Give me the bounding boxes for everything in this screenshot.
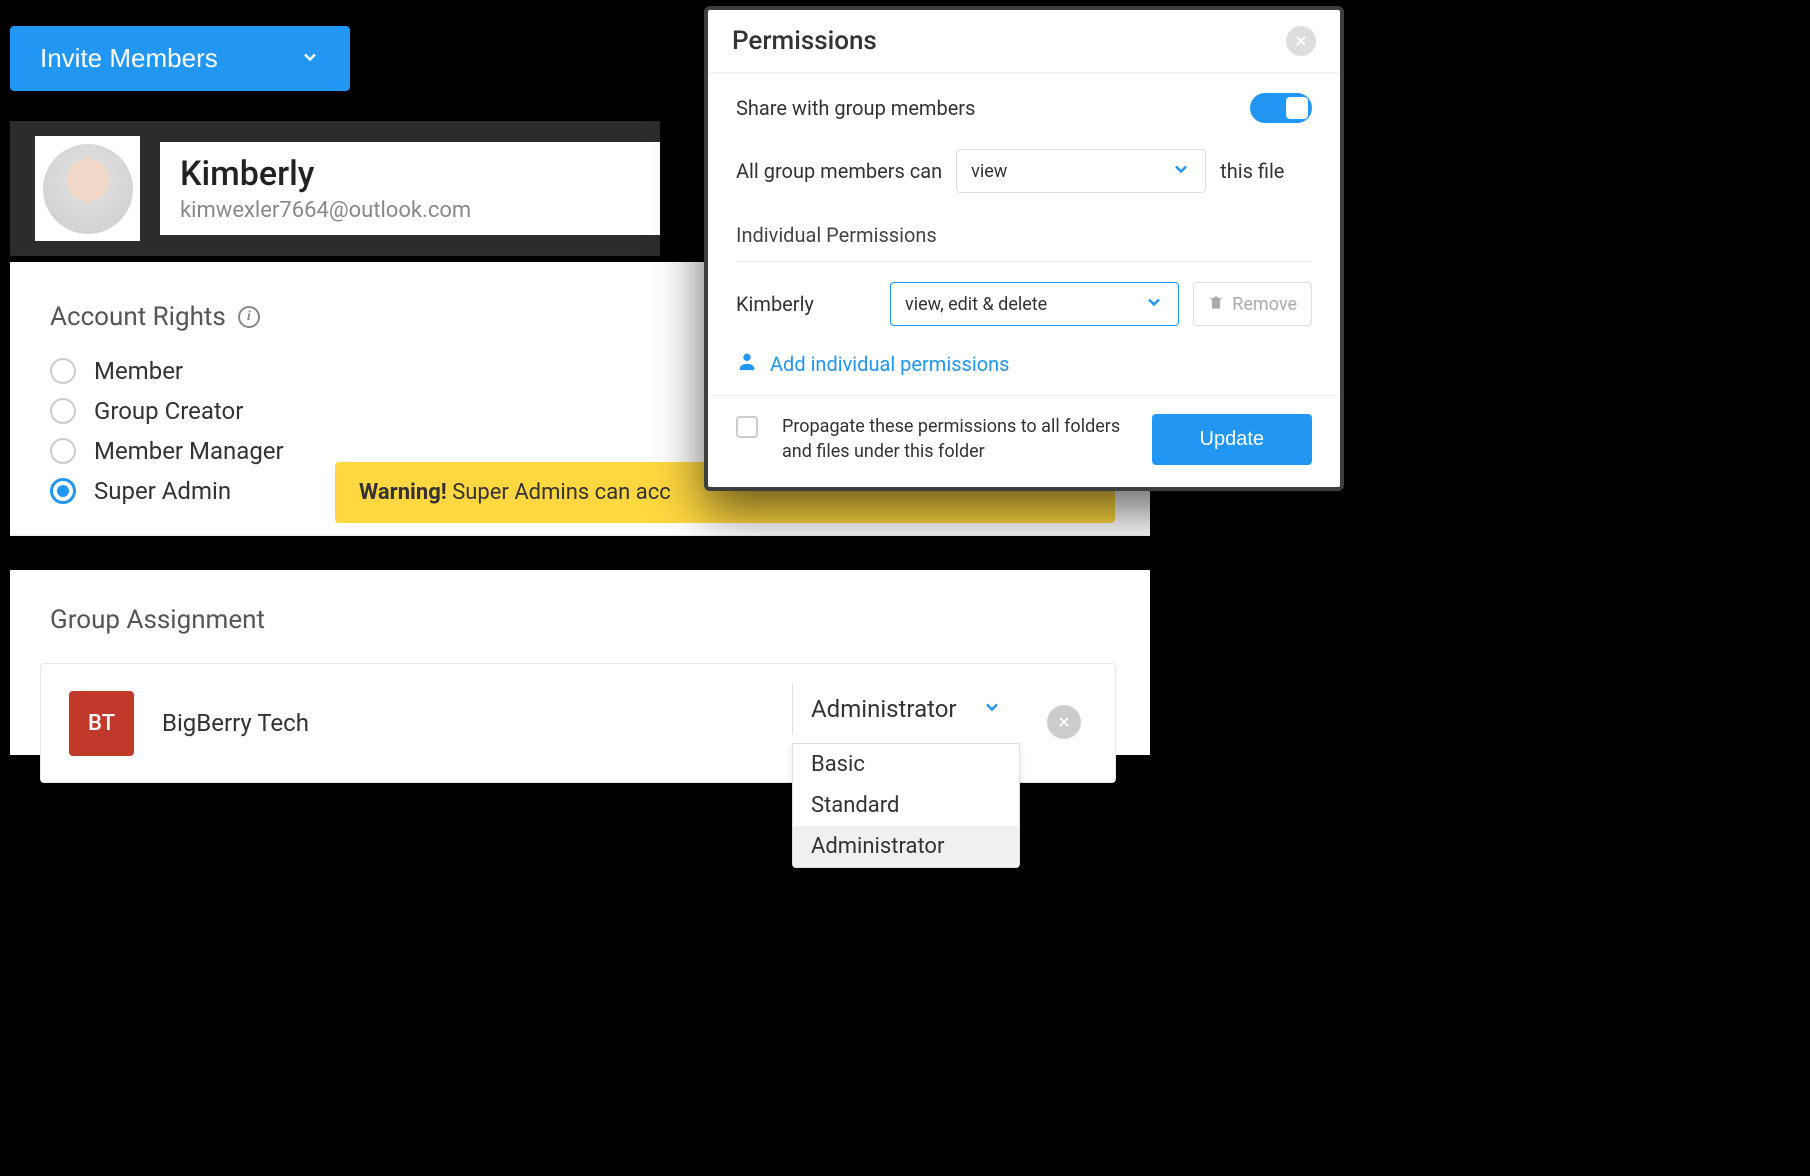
radio-icon	[50, 358, 76, 384]
radio-icon	[50, 438, 76, 464]
propagate-checkbox[interactable]	[736, 416, 758, 438]
role-option-basic[interactable]: Basic	[793, 744, 1019, 785]
modal-title: Permissions	[732, 26, 877, 56]
avatar-wrapper	[35, 136, 140, 241]
role-option-standard[interactable]: Standard	[793, 785, 1019, 826]
radio-label: Member	[94, 357, 183, 385]
members-permission-select[interactable]: view	[956, 149, 1206, 193]
radio-label: Group Creator	[94, 397, 243, 425]
members-prefix: All group members can	[736, 159, 942, 183]
trash-icon	[1208, 294, 1224, 315]
members-suffix: this file	[1220, 159, 1284, 183]
profile-name-block: Kimberly kimwexler7664@outlook.com	[160, 142, 660, 235]
warning-prefix: Warning!	[359, 480, 447, 505]
profile-name: Kimberly	[180, 154, 630, 194]
update-button[interactable]: Update	[1152, 414, 1313, 465]
remove-group-button[interactable]	[1047, 705, 1081, 739]
account-rights-heading: Account Rights	[50, 302, 226, 332]
members-permission-value: view	[971, 161, 1007, 182]
radio-icon	[50, 478, 76, 504]
share-label: Share with group members	[736, 96, 975, 120]
chevron-down-icon	[1171, 159, 1191, 184]
radio-icon	[50, 398, 76, 424]
warning-text: Super Admins can acc	[447, 480, 671, 505]
role-value: Administrator	[811, 695, 957, 723]
add-link-label: Add individual permissions	[770, 352, 1009, 376]
modal-header: Permissions	[708, 10, 1340, 73]
group-badge: BT	[69, 691, 134, 756]
role-dropdown-menu: Basic Standard Administrator	[792, 743, 1020, 868]
members-row: All group members can view this file	[736, 149, 1312, 193]
chevron-down-icon	[300, 43, 320, 74]
role-option-administrator[interactable]: Administrator	[793, 826, 1019, 867]
propagate-text: Propagate these permissions to all folde…	[782, 414, 1128, 464]
invite-label: Invite Members	[40, 43, 218, 74]
remove-label: Remove	[1232, 294, 1297, 315]
radio-label: Super Admin	[94, 477, 231, 505]
info-icon[interactable]: i	[238, 306, 260, 328]
chevron-down-icon	[1144, 292, 1164, 317]
individual-row: Kimberly view, edit & delete Remove	[736, 282, 1312, 326]
share-toggle[interactable]	[1250, 93, 1312, 123]
role-dropdown[interactable]: Administrator	[792, 684, 1020, 734]
individual-permission-select[interactable]: view, edit & delete	[890, 282, 1179, 326]
permissions-modal: Permissions Share with group members All…	[704, 6, 1344, 491]
share-row: Share with group members	[736, 93, 1312, 123]
chevron-down-icon	[982, 695, 1002, 723]
modal-footer: Propagate these permissions to all folde…	[708, 396, 1340, 487]
person-icon	[736, 350, 758, 377]
avatar	[43, 144, 133, 234]
group-assignment-heading: Group Assignment	[50, 605, 1110, 635]
profile-email: kimwexler7664@outlook.com	[180, 198, 630, 223]
individual-permission-value: view, edit & delete	[905, 294, 1047, 315]
invite-members-button[interactable]: Invite Members	[10, 26, 350, 91]
add-individual-link[interactable]: Add individual permissions	[736, 350, 1312, 377]
group-name: BigBerry Tech	[162, 709, 309, 737]
remove-button[interactable]: Remove	[1193, 282, 1312, 326]
individual-heading: Individual Permissions	[736, 223, 1312, 262]
profile-card: Kimberly kimwexler7664@outlook.com	[10, 121, 660, 256]
individual-name: Kimberly	[736, 292, 876, 316]
radio-label: Member Manager	[94, 437, 284, 465]
close-icon[interactable]	[1286, 26, 1316, 56]
modal-body: Share with group members All group membe…	[708, 73, 1340, 396]
